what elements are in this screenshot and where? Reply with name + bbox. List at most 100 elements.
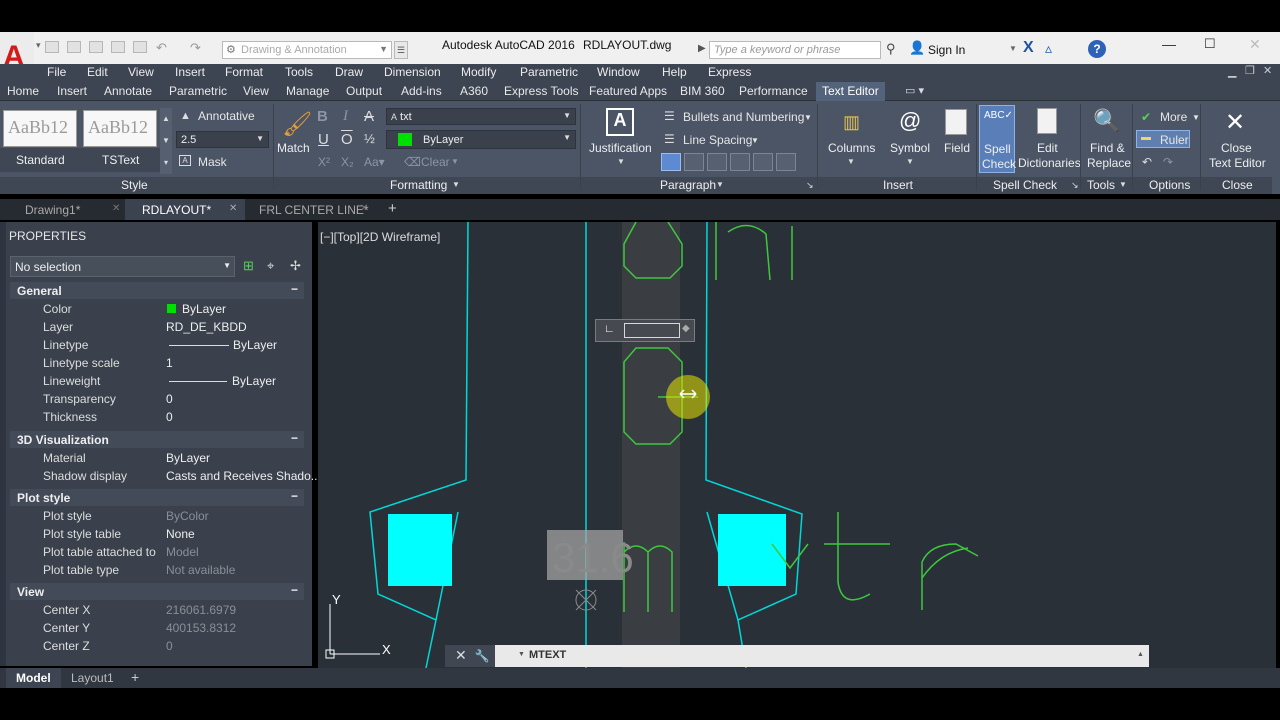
property-row[interactable]: Color ByLayer xyxy=(10,300,304,318)
find-replace-label-2[interactable]: Replace xyxy=(1087,156,1131,170)
annotative-button[interactable]: Annotative xyxy=(198,109,255,123)
line-spacing-dropdown-icon[interactable]: ▼ xyxy=(751,136,759,145)
tab-annotate[interactable]: Annotate xyxy=(104,84,152,98)
section-view[interactable]: View − xyxy=(10,583,304,600)
menu-insert[interactable]: Insert xyxy=(175,65,205,79)
tab-performance[interactable]: Performance xyxy=(739,84,808,98)
property-row[interactable]: Plot style ByColor xyxy=(10,507,304,525)
close-tab-icon[interactable]: ✕ xyxy=(360,203,368,214)
stack-icon[interactable]: ½ xyxy=(364,131,375,146)
tab-layout1[interactable]: Layout1 xyxy=(61,668,124,688)
bullets-dropdown-icon[interactable]: ▼ xyxy=(804,113,812,122)
mask-button[interactable]: Mask xyxy=(198,155,227,169)
close-text-editor-label-2[interactable]: Text Editor xyxy=(1209,156,1266,170)
quick-select-icon[interactable]: ✢ xyxy=(290,258,301,274)
paragraph-settings-icon[interactable] xyxy=(776,153,796,171)
select-objects-icon[interactable]: ⌖ xyxy=(267,258,274,274)
text-color-select[interactable]: ByLayer ▼ xyxy=(386,130,576,149)
columns-button[interactable]: Columns xyxy=(828,141,875,155)
menu-modify[interactable]: Modify xyxy=(461,65,496,79)
menu-file[interactable]: File xyxy=(47,65,66,79)
search-expand-icon[interactable]: ▶ xyxy=(698,43,706,54)
tab-a360[interactable]: A360 xyxy=(460,84,488,98)
plot-icon[interactable] xyxy=(133,41,147,53)
property-row[interactable]: Linetype ByLayer xyxy=(10,336,304,354)
redo-icon[interactable]: ↷ xyxy=(190,40,201,56)
section-plot-style[interactable]: Plot style − xyxy=(10,489,304,506)
property-row[interactable]: Layer RD_DE_KBDD xyxy=(10,318,304,336)
menu-tools[interactable]: Tools xyxy=(285,65,313,79)
section-general[interactable]: General − xyxy=(10,282,304,299)
italic-icon[interactable]: I xyxy=(343,108,348,125)
justification-button[interactable]: Justification xyxy=(589,141,652,155)
mtext-edit-box[interactable] xyxy=(624,323,680,338)
tab-addins[interactable]: Add-ins xyxy=(401,84,442,98)
property-row[interactable]: Center Z 0 xyxy=(10,637,304,655)
command-history-icon[interactable]: ▲ xyxy=(1137,651,1144,658)
add-layout-icon[interactable]: + xyxy=(131,669,139,685)
a360-icon[interactable]: ▵ xyxy=(1045,40,1052,57)
menu-parametric[interactable]: Parametric xyxy=(520,65,578,79)
tab-manage[interactable]: Manage xyxy=(286,84,329,98)
tab-bim360[interactable]: BIM 360 xyxy=(680,84,725,98)
doc-tab-drawing1[interactable]: Drawing1* xyxy=(0,199,90,220)
property-row[interactable]: Transparency 0 xyxy=(10,390,304,408)
style-preview-standard[interactable]: AaBb12 xyxy=(3,110,77,147)
close-text-editor-label-1[interactable]: Close xyxy=(1221,141,1252,155)
edit-dictionaries-label-1[interactable]: Edit xyxy=(1037,141,1058,155)
edit-dictionaries-label-2[interactable]: Dictionaries xyxy=(1018,156,1081,170)
align-left-icon[interactable] xyxy=(661,153,681,171)
bold-icon[interactable]: B xyxy=(317,108,328,125)
save-icon[interactable] xyxy=(89,41,103,53)
text-height-select[interactable]: 2.5 ▼ xyxy=(176,131,269,148)
menu-view[interactable]: View xyxy=(128,65,154,79)
tab-home[interactable]: Home xyxy=(7,84,39,98)
menu-help[interactable]: Help xyxy=(662,65,687,79)
tab-model[interactable]: Model xyxy=(6,668,61,688)
viewport-controls[interactable]: [−][Top][2D Wireframe] xyxy=(320,230,440,244)
symbol-button[interactable]: Symbol xyxy=(890,141,930,155)
doc-minimize-icon[interactable]: ▁ xyxy=(1228,65,1236,78)
tab-view[interactable]: View xyxy=(243,84,269,98)
selection-dropdown[interactable]: No selection ▼ xyxy=(10,256,235,277)
menu-dimension[interactable]: Dimension xyxy=(384,65,441,79)
property-row[interactable]: Center X 216061.6979 xyxy=(10,601,304,619)
spell-check-dialog-launcher-icon[interactable]: ↘ xyxy=(1071,180,1079,191)
doc-tab-rdlayout[interactable]: RDLAYOUT* xyxy=(125,199,245,220)
tab-insert[interactable]: Insert xyxy=(57,84,87,98)
menu-format[interactable]: Format xyxy=(225,65,263,79)
property-row[interactable]: Center Y 400153.8312 xyxy=(10,619,304,637)
new-tab-icon[interactable]: + xyxy=(388,200,397,217)
ribbon-minimize-icon[interactable]: ▭ ▾ xyxy=(905,84,924,97)
recent-commands-icon[interactable]: ▼ xyxy=(518,651,525,658)
style-gallery-scroll[interactable]: ▲ ▼ ▾ xyxy=(160,108,172,174)
save-as-icon[interactable] xyxy=(111,41,125,53)
tab-parametric[interactable]: Parametric xyxy=(169,84,227,98)
formatting-expand-icon[interactable]: ▼ xyxy=(452,180,460,189)
close-window-icon[interactable]: ✕ xyxy=(1249,36,1261,53)
clear-button[interactable]: Clear xyxy=(421,155,450,169)
more-button[interactable]: More xyxy=(1160,110,1187,124)
tab-featured-apps[interactable]: Featured Apps xyxy=(589,84,667,98)
doc-close-icon[interactable]: ✕ xyxy=(1263,64,1272,77)
change-case-icon[interactable]: Aa▾ xyxy=(364,155,385,169)
undo-text-icon[interactable]: ↶ xyxy=(1142,155,1152,169)
symbol-dropdown-icon[interactable]: ▼ xyxy=(906,157,914,166)
close-tab-icon[interactable]: ✕ xyxy=(229,203,237,214)
redo-text-icon[interactable]: ↷ xyxy=(1163,155,1173,169)
menu-window[interactable]: Window xyxy=(597,65,640,79)
section-3d-visualization[interactable]: 3D Visualization − xyxy=(10,431,304,448)
search-input[interactable]: Type a keyword or phrase xyxy=(709,41,881,59)
property-row[interactable]: Plot table attached to Model xyxy=(10,543,304,561)
drawing-canvas[interactable]: 31.6 Y X xyxy=(318,222,1276,668)
text-editor-ruler[interactable]: ∟ ◆ xyxy=(595,319,695,342)
menu-edit[interactable]: Edit xyxy=(87,65,108,79)
search-icon[interactable]: ⚲ xyxy=(886,41,896,57)
spell-check-button[interactable]: ABC✓ Spell Check xyxy=(979,105,1016,173)
property-row[interactable]: Plot table type Not available xyxy=(10,561,304,579)
paragraph-dialog-launcher-icon[interactable]: ↘ xyxy=(806,180,814,191)
style-preview-tstext[interactable]: AaBb12 xyxy=(83,110,157,147)
tab-text-editor[interactable]: Text Editor xyxy=(816,82,885,101)
qat-customize-icon[interactable]: ☰ xyxy=(394,41,408,59)
justify-icon[interactable] xyxy=(730,153,750,171)
